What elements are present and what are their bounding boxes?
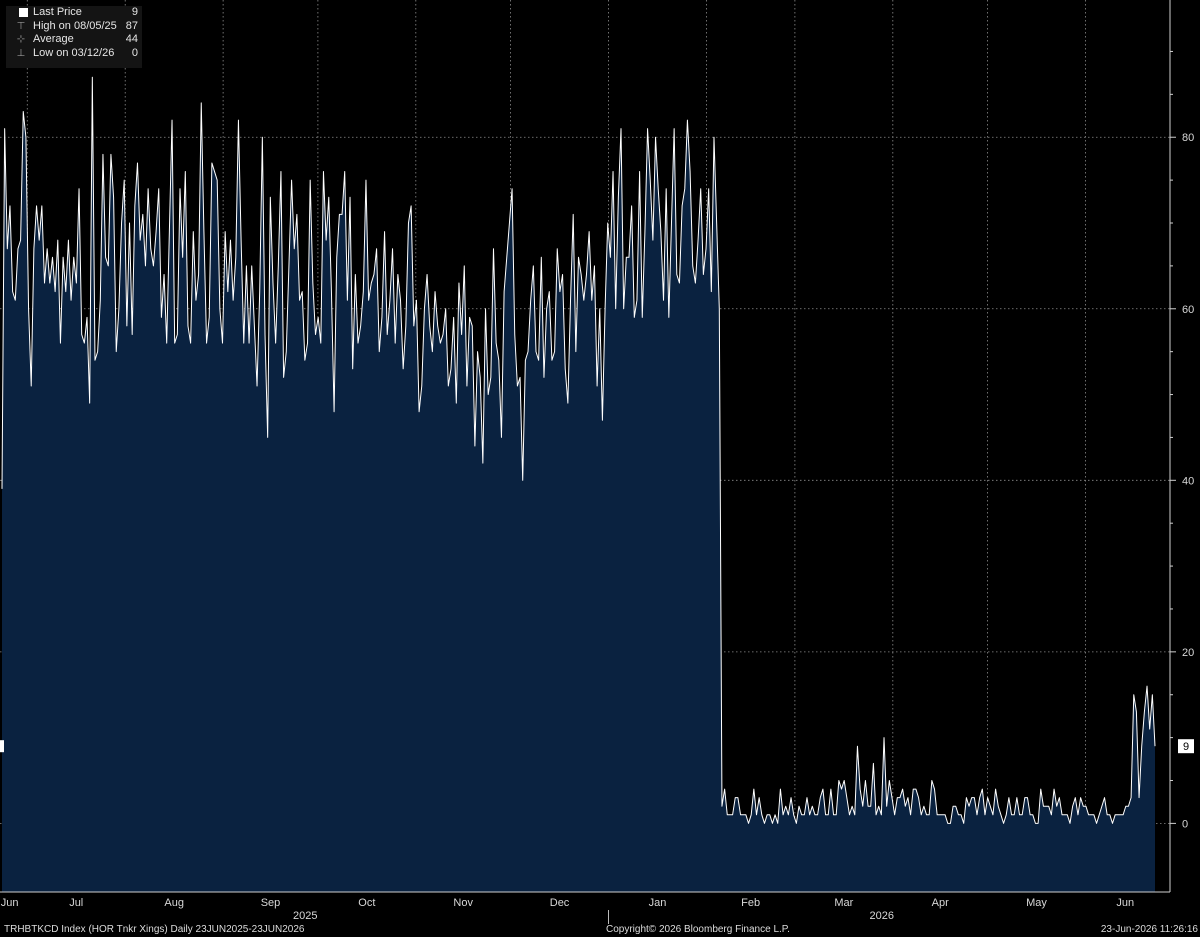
square-icon	[19, 8, 28, 17]
y-axis: 0 20 40 60 80	[1170, 50, 1194, 830]
y-tick-label: 60	[1182, 304, 1194, 316]
chart-legend: Last Price 9 ⊤ High on 08/05/25 87 ⊹ Ave…	[6, 6, 142, 68]
legend-average-label: Average	[33, 33, 74, 45]
legend-average-value: 44	[125, 33, 138, 45]
x-tick-label: Feb	[741, 897, 760, 909]
footer-ticker-description: TRHBTKCD Index (HOR Tnkr Xings) Daily 23…	[4, 924, 305, 935]
x-axis: Jun Jul Aug Sep Oct Nov Dec Jan Feb Mar Apr May Jun 2…	[1, 897, 1134, 924]
x-tick-label: Jun	[1116, 897, 1134, 909]
legend-last-price-label: Last Price	[33, 6, 82, 18]
x-tick-label: Sep	[261, 897, 281, 909]
x-tick-label: Oct	[358, 897, 375, 909]
x-tick-label: Nov	[453, 897, 473, 909]
x-tick-label: Jun	[1, 897, 19, 909]
legend-low-value: 0	[131, 46, 138, 59]
y-tick-label: 80	[1182, 132, 1194, 144]
legend-high-label: High on 08/05/25	[33, 19, 117, 32]
x-tick-label: Dec	[550, 897, 570, 909]
legend-high-value: 87	[125, 19, 138, 32]
x-year-label: 2026	[870, 910, 894, 922]
x-tick-label: Jul	[69, 897, 83, 909]
legend-high: ⊤ High on 08/05/25 87	[6, 20, 142, 34]
series-area-fill	[2, 77, 1155, 892]
last-value-left-marker	[0, 740, 4, 753]
footer-copyright: Copyright© 2026 Bloomberg Finance L.P.	[606, 924, 790, 935]
low-marker-icon: ⊥	[16, 47, 26, 59]
x-year-label: 2025	[293, 910, 317, 922]
last-value-badge-text: 9	[1183, 741, 1189, 753]
x-tick-label: May	[1026, 897, 1047, 909]
x-tick-label: Jan	[649, 897, 667, 909]
price-chart: 0 20 40 60 80 Jun Jul Aug Sep Oct Nov Dec Jan Feb Mar…	[0, 0, 1194, 924]
y-tick-label: 0	[1182, 818, 1188, 830]
y-tick-label: 20	[1182, 647, 1194, 659]
legend-last-price-value: 9	[131, 6, 138, 18]
x-tick-label: Mar	[834, 897, 853, 909]
legend-average: ⊹ Average 44	[6, 33, 142, 47]
legend-last-price: Last Price 9	[6, 6, 142, 20]
footer-timestamp: 23-Jun-2026 11:26:16	[1100, 924, 1198, 935]
legend-low: ⊥ Low on 03/12/26 0	[6, 47, 142, 61]
high-marker-icon: ⊤	[16, 20, 26, 32]
y-tick-label: 40	[1182, 475, 1194, 487]
average-marker-icon: ⊹	[16, 34, 26, 45]
x-tick-label: Apr	[932, 897, 949, 909]
legend-low-label: Low on 03/12/26	[33, 46, 115, 59]
x-tick-label: Aug	[164, 897, 184, 909]
